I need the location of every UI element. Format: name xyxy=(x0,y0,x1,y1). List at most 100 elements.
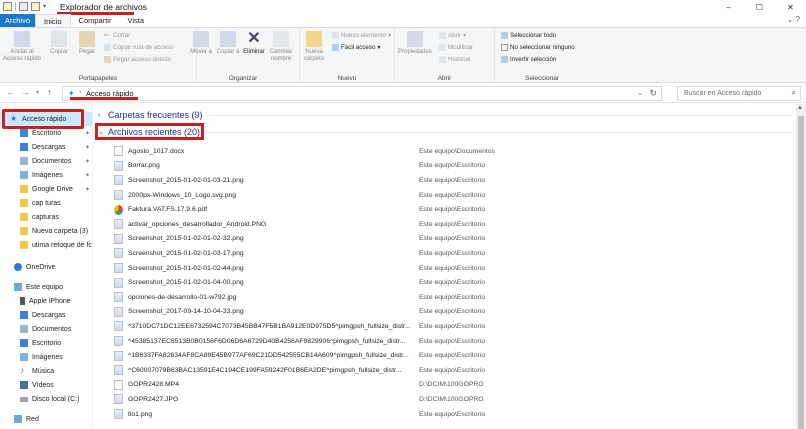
chevron-right-icon[interactable]: › xyxy=(98,112,108,119)
file-row[interactable]: Screenshot_2015-01-02-01-04-00.png Este e… xyxy=(114,275,794,290)
properties-icon[interactable] xyxy=(19,2,28,11)
nav-item-nueva-carpeta[interactable]: Nueva carpeta (3) xyxy=(0,224,92,238)
refresh-icon[interactable]: ↻ xyxy=(649,88,657,99)
navigation-pane: ★ Acceso rápido Escritorio ✦ Descargas ✦ D… xyxy=(0,104,93,429)
tab-inicio[interactable]: Inicio xyxy=(35,14,71,27)
vertical-scrollbar[interactable]: ▲ xyxy=(796,104,806,429)
nav-item-documentos[interactable]: Documentos ✦ xyxy=(0,154,92,168)
file-row[interactable]: Screenshot_2017-09-14-10-04-33.png Este e… xyxy=(114,305,794,320)
select-all-icon xyxy=(501,32,508,39)
file-row[interactable]: Faktura.VAT.FS.17.9.6.pdf Este equipo\Esc… xyxy=(114,202,794,217)
file-row[interactable]: Borrar.png Este equipo\Escritorio xyxy=(114,159,794,174)
file-row[interactable]: ^3710DC71DC12EE6732594C7073B45BB47F5B1BA… xyxy=(114,319,794,334)
nav-item-red[interactable]: Red xyxy=(0,412,92,426)
nav-item-escritorio[interactable]: Escritorio ✦ xyxy=(0,126,92,140)
edit-button[interactable]: Modificar xyxy=(439,44,473,51)
file-row[interactable]: ^45385137EC8513B0B0156F6D06D6A6729D40B42… xyxy=(114,334,794,349)
recent-locations-icon[interactable]: ▾ xyxy=(36,89,39,96)
forward-arrow-icon[interactable]: → xyxy=(21,87,30,97)
scrollbar-thumb[interactable] xyxy=(798,116,804,429)
invert-selection-button[interactable]: Invertir selección xyxy=(501,56,556,63)
group-header-frequent-folders[interactable]: › Carpetas frecuentes (9) xyxy=(94,107,796,123)
nav-item-utima-retoque[interactable]: utima retoque de fc xyxy=(0,238,92,252)
chevron-down-icon[interactable]: ⌄ xyxy=(637,89,643,97)
open-button[interactable]: Abrir ▾ xyxy=(439,32,466,39)
file-row[interactable]: Screenshot_2015-01-02-01-03-17.png Este e… xyxy=(114,246,794,261)
copy-button[interactable]: Copiar xyxy=(46,31,72,56)
tab-archivo[interactable]: Archivo xyxy=(0,14,36,27)
scroll-up-icon[interactable]: ▲ xyxy=(797,105,803,111)
maximize-button[interactable]: ☐ xyxy=(744,0,775,14)
breadcrumb-separator-icon[interactable]: › xyxy=(79,89,81,96)
file-row[interactable]: Screenshot_2015-01-02-01-02-44.png Este e… xyxy=(114,261,794,276)
up-arrow-icon[interactable]: ↑ xyxy=(47,87,52,97)
image-file-icon xyxy=(114,321,123,332)
minimize-button[interactable]: – xyxy=(713,0,744,14)
copy-path-button[interactable]: Copiar ruta de acceso xyxy=(104,44,174,51)
nav-item-apple-iphone[interactable]: Apple iPhone xyxy=(0,294,92,308)
nav-item-onedrive[interactable]: OneDrive xyxy=(0,260,92,274)
file-row[interactable]: opciones-de-desarrollo-01-w792.jpg Este e… xyxy=(114,290,794,305)
select-none-icon xyxy=(501,44,508,51)
pin-quick-access-button[interactable]: Anclar al Acceso rápido xyxy=(2,31,42,63)
file-row[interactable]: ^C60007079B63BAC13591E4C194CE199FA59242F… xyxy=(114,363,794,378)
paste-button[interactable]: Pegar xyxy=(74,31,100,56)
nav-item-imagenes[interactable]: Imágenes ✦ xyxy=(0,168,92,182)
new-item-button[interactable]: Nuevo elemento ▾ xyxy=(332,32,391,39)
address-field[interactable]: ✦ › Acceso rápido ⌄ ↻ xyxy=(62,86,662,101)
new-folder-button[interactable]: Nueva carpeta xyxy=(301,31,327,63)
file-row[interactable]: activar_opciones_desarrollador_Android.P… xyxy=(114,217,794,232)
new-folder-icon[interactable] xyxy=(31,2,40,11)
nav-item-pc-descargas[interactable]: Descargas xyxy=(0,308,92,322)
file-row[interactable]: tlo1.png Este equipo\Escritorio xyxy=(114,407,794,422)
image-file-icon xyxy=(114,160,123,171)
nav-item-pc-documentos[interactable]: Documentos xyxy=(0,322,92,336)
paste-shortcut-button[interactable]: Pegar acceso directo xyxy=(104,56,171,63)
back-arrow-icon[interactable]: ← xyxy=(6,87,15,97)
move-to-button[interactable]: Mover a xyxy=(188,31,214,56)
nav-item-pc-videos[interactable]: Vídeos xyxy=(0,378,92,392)
nav-item-google-drive[interactable]: Google Drive ✦ xyxy=(0,182,92,196)
copy-to-button[interactable]: Copiar a xyxy=(215,31,241,56)
file-row[interactable]: ^1B6337FA82634AF8CA89E45B977AF69C21DD542… xyxy=(114,348,794,363)
select-none-button[interactable]: No seleccionar ninguno xyxy=(501,44,575,51)
phone-icon xyxy=(20,297,25,305)
file-row[interactable]: Screenshot_2015-01-02-01-02-32.png Este e… xyxy=(114,232,794,247)
nav-item-pc-musica[interactable]: ♪ Música xyxy=(0,364,92,378)
properties-button[interactable]: Propiedades xyxy=(397,31,433,56)
file-row[interactable]: Screenshot_2015-01-02-01-03-21.png Este e… xyxy=(114,173,794,188)
nav-item-descargas[interactable]: Descargas ✦ xyxy=(0,140,92,154)
nav-item-este-equipo[interactable]: Este equipo xyxy=(0,280,92,294)
nav-item-capturas[interactable]: capturas xyxy=(0,210,92,224)
delete-button[interactable]: ✕ Eliminar xyxy=(241,31,267,56)
nav-item-cap-turas[interactable]: cap turas xyxy=(0,196,92,210)
file-name: activar_opciones_desarrollador_Android.P… xyxy=(128,220,267,228)
nav-item-pc-escritorio[interactable]: Escritorio xyxy=(0,336,92,350)
select-all-button[interactable]: Seleccionar todo xyxy=(501,32,556,39)
nav-item-pc-imagenes[interactable]: Imágenes xyxy=(0,350,92,364)
rename-button[interactable]: Cambiar nombre xyxy=(268,31,294,63)
customize-toolbar-icon[interactable]: ▾ xyxy=(43,3,46,10)
cloud-icon xyxy=(14,263,22,271)
paste-shortcut-icon xyxy=(104,56,111,63)
tab-vista[interactable]: Vista xyxy=(119,14,152,27)
file-row[interactable]: 2000px-Windows_10_Logo.svg.png Este equip… xyxy=(114,188,794,203)
file-row[interactable]: Agosto_1017.docx Este equipo\Documentos xyxy=(114,144,794,159)
help-icon[interactable]: ⌄ ? xyxy=(787,15,800,24)
close-button[interactable]: ✕ xyxy=(775,0,806,14)
file-location: Este equipo\Escritorio xyxy=(419,206,486,214)
file-row[interactable]: GOPR2427.JPG D:\DCIM\100GOPRO xyxy=(114,392,794,407)
history-label: Historial xyxy=(448,56,471,63)
cut-button[interactable]: ✂ Cortar xyxy=(104,32,130,39)
tab-compartir[interactable]: Compartir xyxy=(71,14,120,27)
file-name: GOPR2428.MP4 xyxy=(128,381,179,389)
nav-item-disco-local[interactable]: Disco local (C:) xyxy=(0,392,92,406)
easy-access-button[interactable]: Fácil acceso ▾ xyxy=(332,44,381,51)
documents-icon xyxy=(20,325,28,333)
search-input[interactable]: Buscar en Acceso rápido ⌕ xyxy=(677,86,801,101)
file-location: Este equipo\Escritorio xyxy=(419,308,486,316)
file-row[interactable]: GOPR2428.MP4 D:\DCIM\100GOPRO xyxy=(114,378,794,393)
image-file-icon xyxy=(114,175,123,186)
history-button[interactable]: Historial xyxy=(439,56,470,63)
image-file-icon xyxy=(114,263,123,274)
